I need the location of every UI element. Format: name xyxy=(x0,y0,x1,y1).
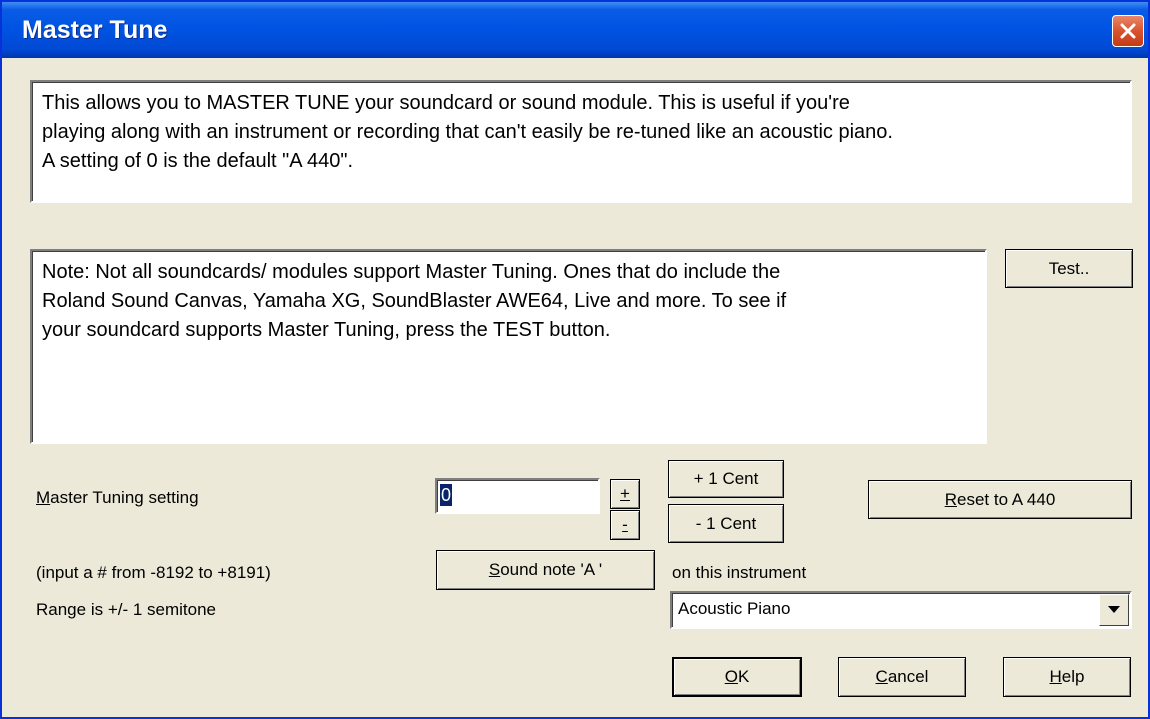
close-button[interactable] xyxy=(1112,15,1144,47)
note-text: Note: Not all soundcards/ modules suppor… xyxy=(30,249,987,444)
range-input-label: (input a # from -8192 to +8191) xyxy=(36,563,271,582)
ok-button[interactable]: OK xyxy=(672,657,802,697)
description-line: This allows you to MASTER TUNE your soun… xyxy=(42,92,850,114)
note-line: Note: Not all soundcards/ modules suppor… xyxy=(42,261,781,283)
test-button-label: Test.. xyxy=(1048,258,1090,278)
description-text: This allows you to MASTER TUNE your soun… xyxy=(30,80,1132,203)
note-line: Roland Sound Canvas, Yamaha XG, SoundBla… xyxy=(42,290,787,312)
description-line: playing along with an instrument or reco… xyxy=(42,121,893,143)
increment-button[interactable]: + xyxy=(610,479,640,509)
window-title: Master Tune xyxy=(22,16,168,44)
range-info-label: Range is +/- 1 semitone xyxy=(36,600,217,619)
cancel-button[interactable]: Cancel xyxy=(838,657,966,697)
dropdown-arrow-icon xyxy=(1108,606,1120,613)
instrument-select[interactable]: Acoustic Piano xyxy=(670,591,1132,629)
note-line: your soundcard supports Master Tuning, p… xyxy=(42,319,611,341)
instrument-select-value: Acoustic Piano xyxy=(678,599,791,618)
test-button[interactable]: Test.. xyxy=(1005,249,1133,288)
instrument-label: on this instrument xyxy=(672,563,807,582)
sound-note-button[interactable]: Sound note 'A ' xyxy=(436,550,655,590)
master-tune-dialog: Master Tune This allows you to MASTER TU… xyxy=(0,0,1150,719)
reset-to-a440-button[interactable]: Reset to A 440 xyxy=(868,480,1132,519)
minus-one-cent-button[interactable]: - 1 Cent xyxy=(668,504,784,543)
close-icon xyxy=(1120,23,1136,39)
plus-one-cent-button[interactable]: + 1 Cent xyxy=(668,460,784,498)
dropdown-button[interactable] xyxy=(1099,594,1129,626)
master-tuning-value: 0 xyxy=(440,484,453,506)
decrement-button[interactable]: - xyxy=(610,510,640,540)
description-line: A setting of 0 is the default "A 440". xyxy=(42,150,354,172)
help-button[interactable]: Help xyxy=(1003,657,1131,697)
title-bar[interactable]: Master Tune xyxy=(2,2,1148,58)
master-tuning-label: Master Tuning setting xyxy=(36,488,199,507)
master-tuning-input[interactable]: 0 xyxy=(435,478,600,514)
